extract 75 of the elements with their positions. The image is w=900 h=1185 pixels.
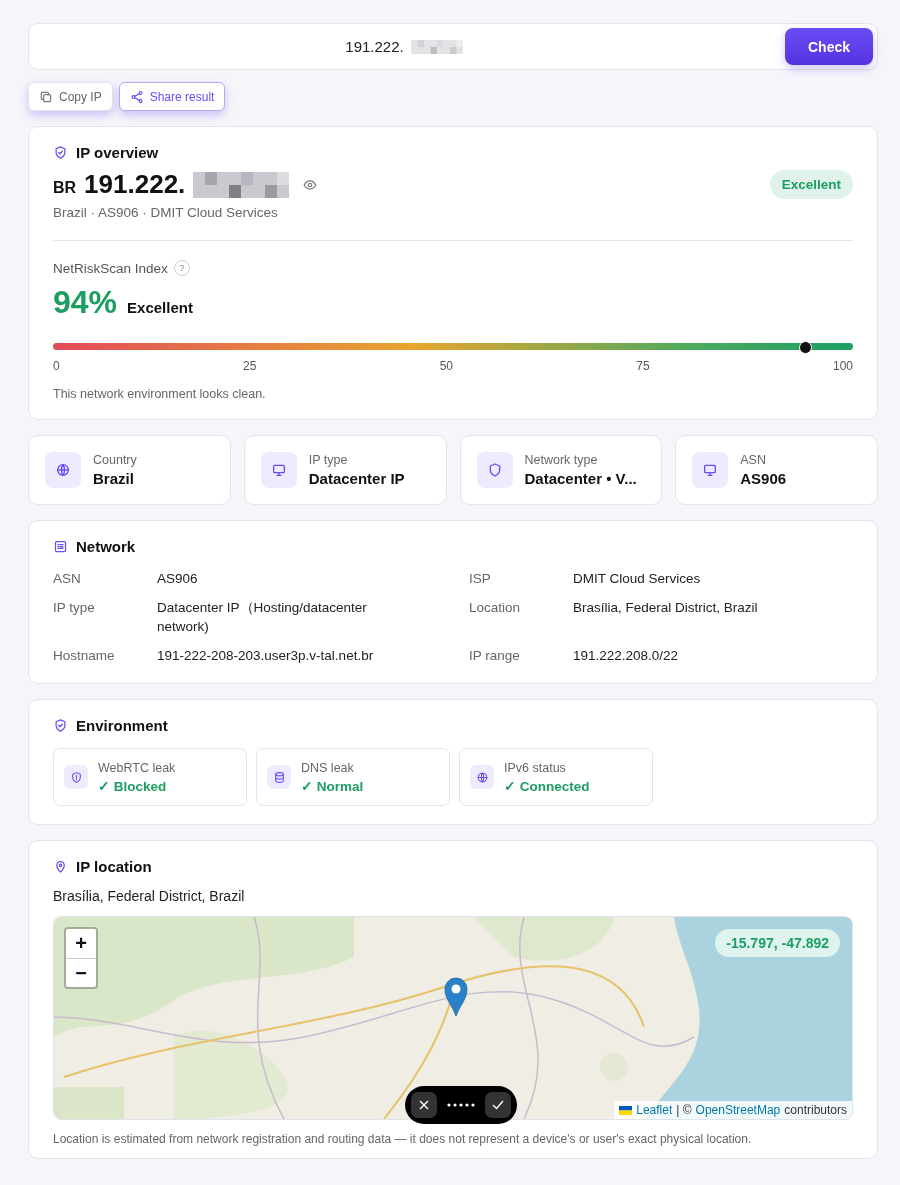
- field-label: Hostname: [53, 647, 116, 665]
- close-button[interactable]: [411, 1092, 437, 1118]
- copy-ip-button[interactable]: Copy IP: [28, 82, 113, 111]
- field-value: AS906: [157, 570, 199, 588]
- openstreetmap-link[interactable]: OpenStreetMap: [695, 1103, 781, 1117]
- status-value: ✓ Connected: [504, 777, 590, 794]
- country-code: BR: [53, 178, 77, 197]
- gauge-tick-label: 25: [243, 359, 257, 373]
- field-label: IP range: [469, 647, 521, 665]
- rating-badge: Excellent: [769, 170, 853, 199]
- status-value: ✓ Normal: [301, 777, 364, 794]
- stat-value: Datacenter IP: [308, 470, 405, 487]
- card-title: IP location: [76, 858, 152, 875]
- toggle-visibility-button[interactable]: [303, 177, 318, 192]
- field-value: DMIT Cloud Services: [573, 570, 702, 588]
- map-pin-icon: [53, 859, 68, 874]
- stat-value: AS906: [740, 470, 787, 487]
- card-title: IP overview: [76, 144, 159, 161]
- zoom-in-button[interactable]: +: [66, 929, 96, 958]
- field-label: IP type: [53, 599, 96, 617]
- score-note: This network environment looks clean.: [53, 387, 267, 401]
- status-label: WebRTC leak: [98, 760, 176, 775]
- card-title: Network: [76, 538, 136, 555]
- index-label: NetRiskScan Index: [53, 260, 168, 276]
- eye-icon: [303, 177, 318, 192]
- share-result-button[interactable]: Share result: [118, 82, 226, 111]
- shield-alert-icon: [69, 770, 83, 784]
- gauge-tick-label: 75: [636, 359, 650, 373]
- stat-label: Country: [93, 453, 137, 467]
- share-icon: [129, 89, 144, 104]
- gauge-tick-label: 100: [832, 359, 853, 373]
- monitor-icon: [270, 462, 287, 478]
- status-label: DNS leak: [301, 760, 355, 775]
- list-icon: [53, 539, 68, 554]
- globe-icon: [55, 462, 71, 478]
- field-label: ASN: [53, 570, 82, 588]
- globe-icon: [475, 770, 489, 784]
- stat-label: ASN: [740, 453, 767, 467]
- attribution-text: contributors: [784, 1103, 847, 1117]
- field-value: Brasília, Federal District, Brazil: [573, 599, 759, 617]
- drag-handle-icon[interactable]: [447, 1103, 475, 1107]
- confirm-button[interactable]: [485, 1092, 511, 1118]
- score-value: 94%: [53, 284, 118, 321]
- ip-address: 191.222.: [84, 169, 186, 200]
- field-value: 191-222-208-203.user3p.v-tal.net.br: [157, 647, 375, 665]
- status-label: IPv6 status: [504, 760, 567, 775]
- location-name: Brasília, Federal District, Brazil: [53, 888, 246, 904]
- gauge-tick-label: 50: [439, 359, 453, 373]
- card-title: Environment: [76, 717, 168, 734]
- shield-check-icon: [53, 145, 68, 160]
- score-rating: Excellent: [127, 299, 193, 316]
- field-value: Datacenter IP（Hosting/datacenter network): [157, 599, 368, 636]
- field-value: 191.222.208.0/22: [573, 647, 680, 665]
- gauge-tick-label: 0: [53, 359, 60, 373]
- map-marker-icon: [444, 977, 468, 1017]
- location-disclaimer: Location is estimated from network registration and routing data — it does not represent a device's or user's exact physical location.: [53, 1132, 753, 1146]
- flag-icon: [619, 1105, 633, 1115]
- check-icon: [492, 1100, 504, 1110]
- stat-value: Brazil: [93, 470, 135, 487]
- status-value: ✓ Blocked: [98, 777, 168, 794]
- leaflet-link[interactable]: Leaflet: [636, 1103, 673, 1117]
- monitor-icon: [702, 462, 719, 478]
- database-icon: [272, 770, 286, 784]
- stat-label: IP type: [308, 453, 349, 467]
- stat-label: Network type: [524, 453, 599, 467]
- field-label: Location: [469, 599, 522, 617]
- coordinates-badge: -15.797, -47.892: [715, 929, 840, 957]
- attribution-text: | ©: [676, 1103, 692, 1117]
- field-label: ISP: [469, 570, 492, 588]
- ip-summary: Brazil · AS906 · DMIT Cloud Services: [53, 205, 279, 220]
- stat-value: Datacenter • V...: [524, 470, 637, 487]
- zoom-out-button[interactable]: −: [66, 958, 96, 987]
- close-icon: [419, 1100, 429, 1110]
- shield-check-icon: [53, 718, 68, 733]
- copy-icon: [39, 89, 53, 104]
